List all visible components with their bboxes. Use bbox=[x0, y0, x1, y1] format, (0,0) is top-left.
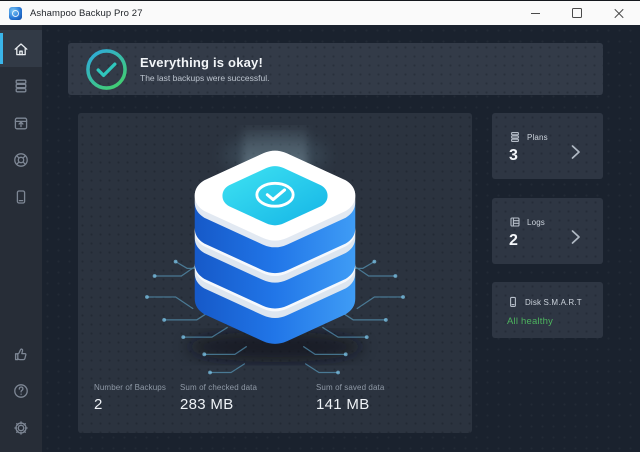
stat-label: Sum of checked data bbox=[180, 383, 316, 392]
maximize-button[interactable] bbox=[556, 1, 598, 25]
logs-icon bbox=[509, 216, 521, 228]
main-content: Everything is okay! The last backups wer… bbox=[42, 25, 640, 452]
sidebar-item-help[interactable] bbox=[0, 372, 42, 409]
disk-smart-label: Disk S.M.A.R.T bbox=[525, 298, 582, 307]
sidebar-item-home[interactable] bbox=[0, 30, 42, 67]
status-banner: Everything is okay! The last backups wer… bbox=[68, 43, 603, 95]
plans-count: 3 bbox=[509, 147, 603, 165]
sidebar-item-support[interactable] bbox=[0, 141, 42, 178]
stat-value: 2 bbox=[94, 396, 180, 413]
stat-label: Sum of saved data bbox=[316, 383, 384, 392]
database-icon bbox=[509, 131, 521, 143]
sidebar-item-restore[interactable] bbox=[0, 104, 42, 141]
app-logo-icon bbox=[9, 7, 22, 20]
server-stack-icon bbox=[12, 77, 30, 95]
check-circle-icon bbox=[85, 48, 128, 91]
sidebar-item-settings[interactable] bbox=[0, 409, 42, 446]
close-icon bbox=[614, 8, 624, 18]
stat-label: Number of Backups bbox=[94, 383, 180, 392]
disk-smart-status: All healthy bbox=[507, 316, 603, 327]
dashboard-panel: Number of Backups 2 Sum of checked data … bbox=[78, 113, 472, 433]
sidebar-item-disks[interactable] bbox=[0, 178, 42, 215]
stat-number-of-backups: Number of Backups 2 bbox=[94, 383, 180, 413]
backup-stats: Number of Backups 2 Sum of checked data … bbox=[78, 383, 472, 413]
chevron-right-icon[interactable] bbox=[570, 144, 581, 160]
banner-subtitle: The last backups were successful. bbox=[140, 73, 269, 83]
close-button[interactable] bbox=[598, 1, 640, 25]
minimize-button[interactable] bbox=[514, 1, 556, 25]
home-icon bbox=[12, 40, 30, 58]
stat-value: 141 MB bbox=[316, 396, 384, 413]
plans-card[interactable]: Plans 3 bbox=[492, 113, 603, 179]
sidebar-spacer bbox=[0, 215, 42, 335]
chevron-right-icon[interactable] bbox=[570, 229, 581, 245]
stat-saved-data: Sum of saved data 141 MB bbox=[316, 383, 384, 413]
device-icon bbox=[12, 188, 30, 206]
app-window: Ashampoo Backup Pro 27 bbox=[0, 0, 640, 452]
sidebar-item-rate[interactable] bbox=[0, 335, 42, 372]
question-icon bbox=[12, 382, 30, 400]
disk-smart-card[interactable]: Disk S.M.A.R.T All healthy bbox=[492, 282, 603, 338]
window-controls bbox=[514, 1, 640, 25]
stat-checked-data: Sum of checked data 283 MB bbox=[180, 383, 316, 413]
banner-title: Everything is okay! bbox=[140, 55, 269, 70]
stat-value: 283 MB bbox=[180, 396, 316, 413]
side-cards: Plans 3 Logs 2 bbox=[492, 113, 603, 338]
maximize-icon bbox=[572, 8, 582, 18]
backup-stack-illustration bbox=[141, 125, 409, 383]
window-title: Ashampoo Backup Pro 27 bbox=[30, 8, 143, 19]
logs-count: 2 bbox=[509, 232, 603, 250]
lifering-icon bbox=[12, 151, 30, 169]
gear-icon bbox=[12, 419, 30, 437]
logs-label: Logs bbox=[527, 218, 545, 227]
minimize-icon bbox=[531, 13, 540, 14]
plans-label: Plans bbox=[527, 133, 548, 142]
thumbs-up-icon bbox=[12, 345, 30, 363]
backup-box-icon bbox=[12, 114, 30, 132]
sidebar-item-backup-plans[interactable] bbox=[0, 67, 42, 104]
logs-card[interactable]: Logs 2 bbox=[492, 198, 603, 264]
sidebar bbox=[0, 25, 42, 452]
titlebar[interactable]: Ashampoo Backup Pro 27 bbox=[0, 0, 640, 25]
disk-icon bbox=[507, 296, 519, 308]
